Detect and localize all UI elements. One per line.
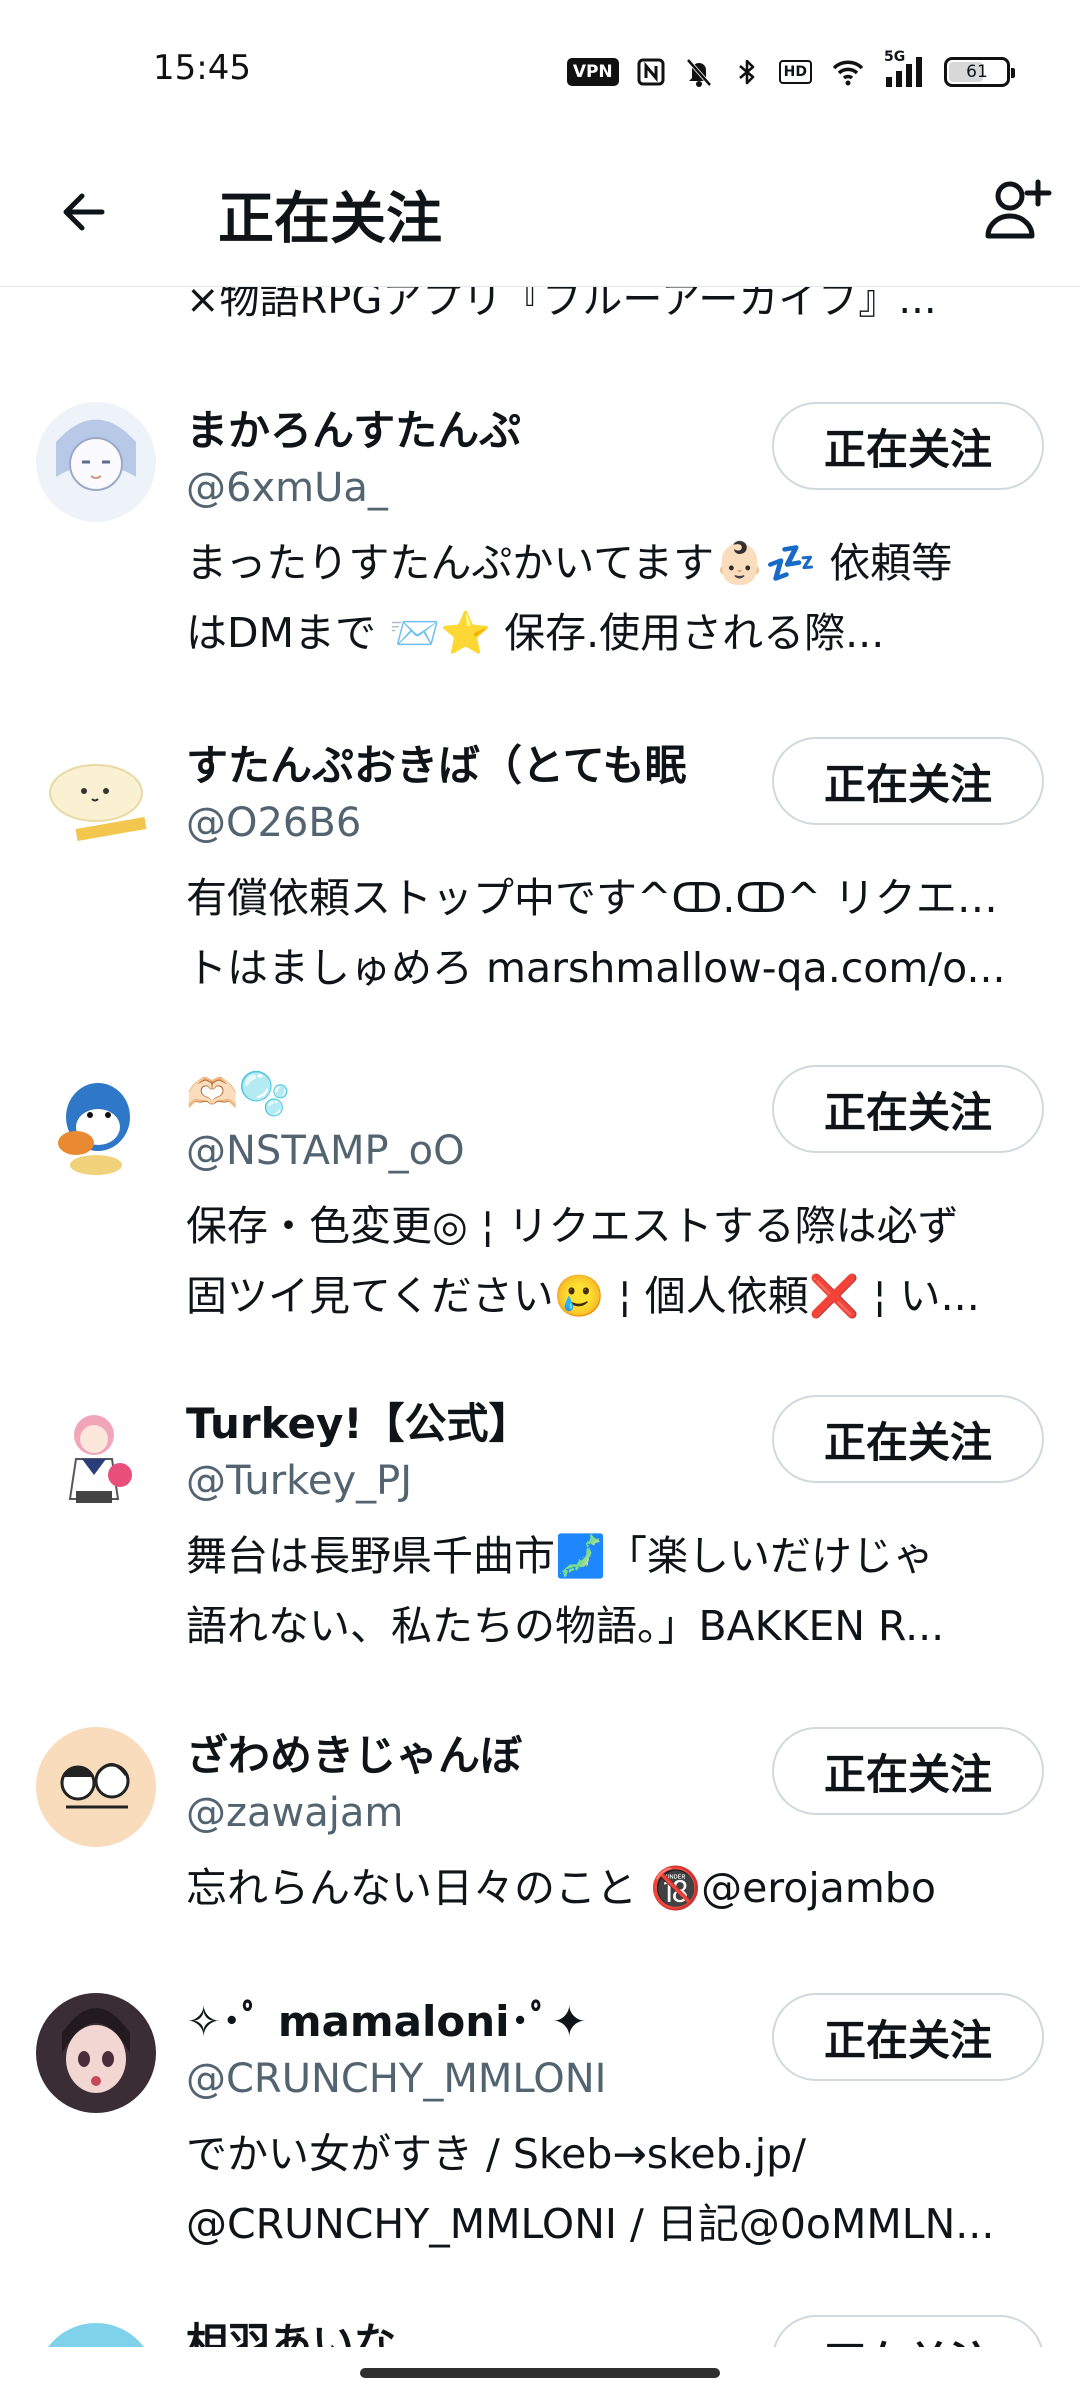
user-display-name: ✧･ﾟ mamaloni･ﾟ✦ [186,1997,587,2046]
bio-line: まったりすたんぷかいてます👶🏻💤 依頼等 [186,539,953,587]
following-button[interactable]: 正在关注 [772,1065,1044,1153]
avatar-image [36,1727,156,1847]
user-handle: @NSTAMP_oO [186,1128,465,1174]
add-user-icon [985,179,1052,239]
arrow-left-icon [63,193,105,231]
bio-line: 忘れらんない日々のこと 🔞@erojambo [186,1864,936,1912]
avatar-image [36,402,156,522]
user-display-name: 🫶🏻🫧 [186,1069,291,1118]
following-button[interactable]: 正在关注 [772,737,1044,825]
user-bio: 保存・色変更◎ ¦ リクエストする際は必ず 固ツイ見てください🥲 ¦ 個人依頼❌… [186,1191,1036,1331]
bio-line: トはましゅめろ marshmallow-qa.com/o... [186,944,1006,992]
avatar[interactable] [36,402,156,522]
following-button[interactable]: 正在关注 [772,2315,1044,2347]
status-icons: VPN HD 5G 61 [566,49,1015,92]
user-bio: 有償依頼ストップ中です^ↀ.ↀ^ リクエスト トはましゅめろ marshmall… [186,863,1036,1003]
back-button[interactable] [48,176,120,248]
user-handle: @O26B6 [186,800,362,846]
user-row[interactable]: 🫶🏻🫧 @NSTAMP_oO 正在关注 保存・色変更◎ ¦ リクエストする際は必… [0,1065,1080,1365]
battery-icon: 61 [944,57,1015,87]
user-display-name: 相羽あいな [186,2319,397,2347]
user-display-name: すたんぷおきば（とても眠 [186,741,687,790]
bio-line: でかい女がすき / Skeb→skeb.jp/ [186,2130,806,2178]
user-display-name: まかろんすたんぷ [186,406,522,455]
add-user-button[interactable] [976,170,1056,250]
avatar[interactable] [36,1727,156,1847]
user-row[interactable]: Turkey!【公式】 @Turkey_PJ 正在关注 舞台は長野県千曲市🗾「楽… [0,1395,1080,1695]
user-handle: @Turkey_PJ [186,1458,413,1504]
avatar[interactable] [36,2323,156,2347]
bio-line: はDMまで 📨⭐️ 保存.使用される際... [186,609,885,657]
avatar[interactable] [36,1065,156,1185]
avatar-image [36,1395,156,1515]
following-button[interactable]: 正在关注 [772,402,1044,490]
home-indicator[interactable] [360,2368,720,2378]
user-row[interactable]: すたんぷおきば（とても眠 @O26B6 正在关注 有償依頼ストップ中です^ↀ.ↀ… [0,737,1080,1037]
following-button[interactable]: 正在关注 [772,1993,1044,2081]
avatar[interactable] [36,1395,156,1515]
avatar-image [36,737,156,857]
avatar-image [36,1065,156,1185]
status-bar: 15:45 VPN HD 5G 61 [0,0,1080,140]
bio-line: 有償依頼ストップ中です^ↀ.ↀ^ リクエスト [186,874,1036,922]
wifi-icon [832,60,864,86]
user-handle: @6xmUa_ [186,465,388,511]
user-bio: 舞台は長野県千曲市🗾「楽しいだけじゃ 語れない、私たちの物語。」BAKKEN R… [186,1521,1036,1661]
user-row[interactable]: まかろんすたんぷ @6xmUa_ 正在关注 まったりすたんぷかいてます👶🏻💤 依… [0,402,1080,702]
vpn-icon: VPN [566,58,619,86]
page-title: 正在关注 [218,187,442,252]
user-handle: @zawajam [186,1790,404,1836]
user-row[interactable]: ざわめきじゃんぼ @zawajam 正在关注 忘れらんない日々のこと 🔞@ero… [0,1727,1080,1957]
bio-line: 舞台は長野県千曲市🗾「楽しいだけじゃ [186,1532,935,1580]
signal-5g-icon: 5G [884,49,928,89]
bio-line: 語れない、私たちの物語。」BAKKEN R... [186,1602,945,1650]
user-display-name: Turkey!【公式】 [186,1399,531,1448]
status-time: 15:45 [153,48,251,88]
avatar-image [36,1993,156,2113]
user-row-partial[interactable]: 相羽あいな 正在关注 [0,2315,1080,2347]
user-bio: 忘れらんない日々のこと 🔞@erojambo [186,1853,1036,1923]
partial-user-bio: ×物語RPGアプリ『ブルーアーカイブ』... [186,287,937,323]
user-display-name: ざわめきじゃんぼ [186,1731,523,1780]
bio-line: 固ツイ見てください🥲 ¦ 個人依頼❌ ¦ い... [186,1272,980,1320]
avatar[interactable] [36,1993,156,2113]
following-button[interactable]: 正在关注 [772,1395,1044,1483]
user-bio: でかい女がすき / Skeb→skeb.jp/ @CRUNCHY_MMLONI … [186,2119,1036,2259]
top-app-bar: 正在关注 [0,140,1080,287]
nfc-icon [637,58,665,86]
following-list[interactable]: ×物語RPGアプリ『ブルーアーカイブ』... まかろんすたんぷ @6xmUa_ … [0,287,1080,2347]
avatar[interactable] [36,737,156,857]
bio-line: @CRUNCHY_MMLONI / 日記@0oMMLN... [186,2200,995,2248]
user-row[interactable]: ✧･ﾟ mamaloni･ﾟ✦ @CRUNCHY_MMLONI 正在关注 でかい… [0,1993,1080,2293]
bio-line: 保存・色変更◎ ¦ リクエストする際は必ず [186,1202,959,1250]
bluetooth-icon [738,59,754,85]
hd-icon: HD [778,60,812,84]
user-handle: @CRUNCHY_MMLONI [186,2056,607,2102]
user-bio: まったりすたんぷかいてます👶🏻💤 依頼等 はDMまで 📨⭐️ 保存.使用される際… [186,528,1036,668]
following-button[interactable]: 正在关注 [772,1727,1044,1815]
bell-off-icon [686,58,712,87]
